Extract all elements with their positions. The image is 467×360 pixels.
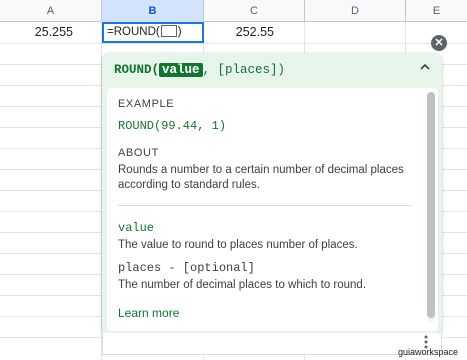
section-divider xyxy=(118,205,411,206)
arg-value-name: value xyxy=(118,221,155,235)
chevron-up-icon[interactable] xyxy=(420,61,430,75)
cell-a1[interactable]: 25.255 xyxy=(0,22,73,43)
learn-more-link[interactable]: Learn more xyxy=(118,306,179,320)
arg-places-description: The number of decimal places to which to… xyxy=(118,279,367,291)
column-header-label: E xyxy=(432,5,441,17)
function-name: ROUND( xyxy=(114,63,160,77)
formula-help-body: EXAMPLE ROUND(99.44, 1) ABOUT Rounds a n… xyxy=(107,88,438,331)
about-heading: ABOUT xyxy=(118,147,159,159)
example-code: ROUND(99.44, 1) xyxy=(118,119,227,133)
arg-places-name: places - [optional] xyxy=(118,261,255,275)
formula-help-panel: ROUND(value, [places]) EXAMPLE ROUND(99.… xyxy=(102,53,442,335)
column-header-a[interactable]: A xyxy=(0,0,102,22)
text-cursor-placeholder xyxy=(160,25,177,37)
column-header-label: C xyxy=(250,5,258,17)
column-header-c[interactable]: C xyxy=(204,0,305,22)
formula-help-footer xyxy=(102,333,442,355)
scrollbar-thumb[interactable] xyxy=(427,92,435,318)
remaining-arguments: , [places]) xyxy=(202,63,286,77)
watermark-text: guiaworkspace xyxy=(398,347,459,357)
close-icon[interactable]: ✕ xyxy=(431,35,447,51)
column-header-label: B xyxy=(148,5,157,17)
about-text: Rounds a number to a certain number of d… xyxy=(118,164,404,191)
formula-help-header[interactable]: ROUND(value, [places]) xyxy=(102,53,442,87)
active-argument: value xyxy=(159,63,203,77)
scrollbar[interactable] xyxy=(427,92,435,322)
column-header-label: D xyxy=(351,5,359,17)
formula-prefix: =ROUND( xyxy=(107,26,160,38)
cell-c1[interactable]: 252.55 xyxy=(204,22,274,43)
row-line xyxy=(0,43,467,44)
column-header-label: A xyxy=(46,5,55,17)
column-header-e[interactable]: E xyxy=(406,0,467,22)
cell-b1-editing[interactable]: =ROUND() xyxy=(102,22,204,43)
column-header-bar: A B C D E xyxy=(0,0,467,22)
formula-suffix: ) xyxy=(177,26,182,38)
column-header-d[interactable]: D xyxy=(305,0,406,22)
function-signature: ROUND(value, [places]) xyxy=(114,61,285,79)
arg-value-description: The value to round to places number of p… xyxy=(118,239,358,251)
column-header-b[interactable]: B xyxy=(102,0,204,22)
example-heading: EXAMPLE xyxy=(118,98,175,110)
